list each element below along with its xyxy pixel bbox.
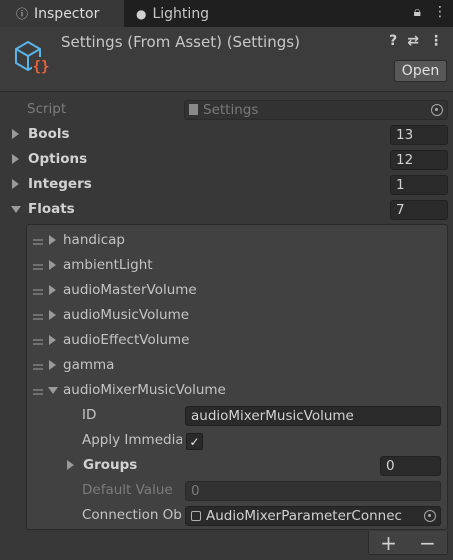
foldout-arrow-icon[interactable] — [48, 387, 58, 394]
help-icon[interactable]: ? — [389, 33, 397, 49]
scriptable-object-small-icon — [191, 511, 201, 521]
tab-inspector[interactable]: ⓘ Inspector — [0, 0, 124, 27]
list-item[interactable]: handicap — [0, 229, 453, 254]
list-item-expanded[interactable]: audioMixerMusicVolume — [0, 379, 453, 404]
id-row: ID audioMixerMusicVolume — [0, 404, 453, 429]
foldout-arrow-icon[interactable] — [12, 154, 19, 164]
list-item[interactable]: audioEffectVolume — [0, 329, 453, 354]
bools-count-field[interactable]: 13 — [390, 125, 448, 145]
apply-immediately-row: Apply Immedia ✓ — [0, 429, 453, 454]
foldout-arrow-icon[interactable] — [11, 206, 21, 213]
tab-bar: ⓘ Inspector ● Lighting 🔒︎ ⋮ — [0, 0, 453, 27]
script-label: Script — [27, 101, 67, 117]
tab-lighting[interactable]: ● Lighting — [124, 0, 232, 27]
object-picker-icon[interactable] — [424, 510, 436, 522]
lock-icon[interactable]: 🔒︎ — [414, 4, 421, 20]
info-icon: ⓘ — [16, 7, 29, 21]
group-row-floats[interactable]: Floats 7 — [0, 198, 453, 223]
object-picker-icon[interactable] — [431, 104, 443, 116]
foldout-arrow-icon[interactable] — [49, 310, 56, 320]
tab-controls: 🔒︎ ⋮ — [414, 4, 447, 20]
integers-count-field[interactable]: 1 — [390, 175, 448, 195]
drag-handle-icon[interactable] — [33, 389, 43, 395]
apply-immediately-checkbox[interactable]: ✓ — [186, 433, 203, 450]
foldout-arrow-icon[interactable] — [49, 235, 56, 245]
remove-element-button[interactable]: − — [419, 531, 436, 555]
group-row-bools[interactable]: Bools 13 — [0, 123, 453, 148]
preset-icon[interactable]: ⇄ — [407, 33, 419, 49]
default-value-field: 0 — [185, 481, 441, 501]
svg-text:{}: {} — [33, 59, 50, 75]
floats-count-field[interactable]: 7 — [390, 200, 448, 220]
groups-count-field[interactable]: 0 — [380, 456, 441, 476]
foldout-arrow-icon[interactable] — [49, 335, 56, 345]
groups-row[interactable]: Groups 0 — [0, 454, 453, 479]
foldout-arrow-icon[interactable] — [49, 260, 56, 270]
list-item[interactable]: gamma — [0, 354, 453, 379]
list-item[interactable]: ambientLight — [0, 254, 453, 279]
menu-kebab-icon[interactable]: ⋮ — [433, 4, 447, 20]
drag-handle-icon[interactable] — [33, 289, 43, 295]
add-element-button[interactable]: + — [380, 531, 397, 555]
list-item[interactable]: audioMasterVolume — [0, 279, 453, 304]
script-file-icon — [189, 104, 198, 115]
connection-object-row: Connection Ob AudioMixerParameterConnec — [0, 504, 453, 529]
foldout-arrow-icon[interactable] — [49, 360, 56, 370]
scriptable-object-icon: {} — [15, 40, 50, 75]
drag-handle-icon[interactable] — [33, 364, 43, 370]
foldout-arrow-icon[interactable] — [12, 129, 19, 139]
drag-handle-icon[interactable] — [33, 264, 43, 270]
lightbulb-icon: ● — [136, 6, 147, 21]
open-button[interactable]: Open — [394, 60, 447, 82]
list-footer: + − — [368, 531, 448, 555]
foldout-arrow-icon[interactable] — [12, 179, 19, 189]
default-value-row: Default Value 0 — [0, 479, 453, 504]
script-field[interactable]: Settings — [184, 100, 448, 120]
script-row: Script Settings — [0, 98, 453, 123]
foldout-arrow-icon[interactable] — [67, 460, 74, 470]
group-row-options[interactable]: Options 12 — [0, 148, 453, 173]
inspector-title: Settings (From Asset) (Settings) — [61, 33, 300, 51]
options-count-field[interactable]: 12 — [390, 150, 448, 170]
drag-handle-icon[interactable] — [33, 339, 43, 345]
list-item[interactable]: audioMusicVolume — [0, 304, 453, 329]
drag-handle-icon[interactable] — [33, 239, 43, 245]
foldout-arrow-icon[interactable] — [49, 285, 56, 295]
connection-object-field[interactable]: AudioMixerParameterConnec — [185, 506, 441, 526]
group-row-integers[interactable]: Integers 1 — [0, 173, 453, 198]
id-input[interactable]: audioMixerMusicVolume — [185, 406, 441, 426]
header-icons: ? ⇄ ⋮ — [389, 33, 443, 49]
kebab-menu-icon[interactable]: ⋮ — [429, 33, 443, 49]
drag-handle-icon[interactable] — [33, 314, 43, 320]
inspector-header: {} Settings (From Asset) (Settings) ? ⇄ … — [0, 27, 453, 92]
